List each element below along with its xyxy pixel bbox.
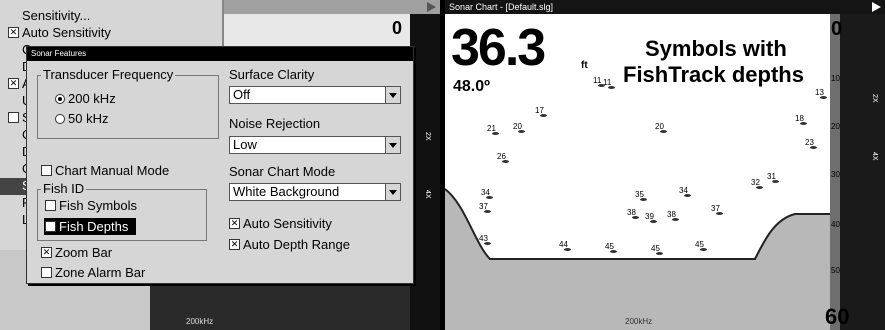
left-screen: 0 60 200kHz 2X 4X Sensitivity... ✕Auto S… — [0, 0, 440, 330]
sonar-chart-mode-label: Sonar Chart Mode — [229, 164, 336, 179]
auto-depth-range-label: Auto Depth Range — [243, 237, 350, 252]
depth-unit: ft — [581, 60, 588, 71]
noise-rejection-label: Noise Rejection — [229, 116, 321, 131]
menu-auto-sensitivity-label: Auto Sensitivity — [22, 25, 111, 40]
scale-40: 40 — [831, 220, 840, 229]
depth-readout: 36.3 — [451, 19, 546, 77]
sonar-chart-mode-select[interactable]: White Background — [229, 183, 401, 201]
fish-icon — [810, 146, 817, 149]
water-temp: 48.0º — [453, 78, 490, 95]
menu-auto-sensitivity[interactable]: ✕ Auto Sensitivity — [8, 25, 111, 40]
left-freq-label: 200kHz — [186, 317, 214, 326]
fish-icon — [756, 186, 763, 189]
zoom-bar-checkbox[interactable]: ✕ Zoom Bar — [41, 245, 112, 260]
zone-alarm-bar-checkbox[interactable]: Zone Alarm Bar — [41, 265, 145, 280]
scale-20: 20 — [831, 122, 840, 131]
scale-50: 50 — [831, 266, 840, 275]
fish-icon — [800, 122, 807, 125]
right-screen: Sonar Chart - [Default.slg] 36.3 ft 48.0… — [445, 0, 885, 330]
fish-icon — [650, 220, 657, 223]
fish-icon — [672, 218, 679, 221]
left-expand-icon[interactable] — [427, 2, 436, 12]
fish-depths-checkbox[interactable]: Fish Depths — [45, 219, 128, 234]
fish-icon — [656, 252, 663, 255]
fish-icon — [486, 196, 493, 199]
left-zoom-4x: 4X — [424, 190, 431, 199]
right-scale-bar — [840, 14, 885, 330]
surface-clarity-value: Off — [233, 87, 251, 102]
fish-icon — [684, 194, 691, 197]
fish-icon — [610, 250, 617, 253]
radio-200khz-label: 200 kHz — [68, 91, 116, 106]
fish-icon — [820, 96, 827, 99]
dialog-title: Sonar Features — [27, 47, 413, 61]
zoom-bar-label: Zoom Bar — [55, 245, 113, 260]
fish-id-label: Fish ID — [41, 181, 87, 196]
expand-icon[interactable] — [872, 2, 881, 12]
fish-icon — [660, 130, 667, 133]
fish-icon — [502, 160, 509, 163]
depth-bottom: 60 — [825, 304, 850, 329]
surface-clarity-select[interactable]: Off — [229, 86, 401, 104]
radio-50khz-label: 50 kHz — [68, 111, 109, 126]
radio-200khz[interactable]: 200 kHz — [55, 91, 116, 106]
chart-manual-mode-label: Chart Manual Mode — [55, 163, 170, 178]
fish-icon — [492, 132, 499, 135]
sonar-chart: 36.3 ft 48.0º Symbols with FishTrack dep… — [445, 14, 885, 330]
caption-line-2: FishTrack depths — [623, 62, 804, 87]
fish-icon — [632, 216, 639, 219]
radio-50khz[interactable]: 50 kHz — [55, 111, 108, 126]
left-depth-scale — [410, 14, 440, 330]
left-zoom-2x: 2X — [424, 132, 431, 141]
auto-sensitivity-label: Auto Sensitivity — [243, 216, 332, 231]
fish-icon — [700, 248, 707, 251]
zone-alarm-bar-label: Zone Alarm Bar — [55, 265, 146, 280]
fish-icon — [540, 114, 547, 117]
surface-clarity-label: Surface Clarity — [229, 67, 315, 82]
left-sonar-titlebar — [222, 0, 440, 14]
chevron-down-icon[interactable] — [385, 87, 400, 103]
sonar-chart-mode-value: White Background — [233, 184, 340, 199]
fish-icon — [518, 130, 525, 133]
fish-depths-label: Fish Depths — [59, 219, 129, 234]
chevron-down-icon[interactable] — [385, 137, 400, 153]
fish-symbols-label: Fish Symbols — [59, 198, 138, 213]
sonar-chart-titlebar: Sonar Chart - [Default.slg] — [445, 0, 885, 14]
sonar-chart-title: Sonar Chart - [Default.slg] — [449, 2, 554, 12]
transducer-frequency-group — [37, 75, 219, 139]
fish-icon — [564, 248, 571, 251]
auto-sensitivity-checkbox[interactable]: ✕ Auto Sensitivity — [229, 216, 332, 231]
scale-30: 30 — [831, 170, 840, 179]
fish-icon — [772, 180, 779, 183]
scale-10: 10 — [831, 74, 840, 83]
fish-icon — [716, 212, 723, 215]
transducer-frequency-label: Transducer Frequency — [41, 67, 176, 82]
noise-rejection-select[interactable]: Low — [229, 136, 401, 154]
left-depth-top: 0 — [392, 18, 403, 38]
caption-line-1: Symbols with — [645, 36, 787, 61]
fish-icon — [608, 86, 615, 89]
fish-symbols-checkbox[interactable]: Fish Symbols — [45, 198, 137, 213]
noise-rejection-value: Low — [233, 137, 257, 152]
zoom-4x-label: 4X — [871, 152, 878, 161]
fish-icon — [484, 242, 491, 245]
scale-zero: 0 — [831, 18, 843, 40]
menu-sensitivity[interactable]: Sensitivity... — [22, 8, 90, 23]
sonar-features-dialog: Sonar Features Transducer Frequency 200 … — [26, 46, 414, 284]
auto-depth-range-checkbox[interactable]: ✕ Auto Depth Range — [229, 237, 350, 252]
fish-icon — [640, 198, 647, 201]
zoom-2x-label: 2X — [871, 94, 878, 103]
fish-icon — [484, 210, 491, 213]
chevron-down-icon[interactable] — [385, 184, 400, 200]
chart-manual-mode-checkbox[interactable]: Chart Manual Mode — [41, 163, 169, 178]
freq-label: 200kHz — [625, 317, 653, 326]
